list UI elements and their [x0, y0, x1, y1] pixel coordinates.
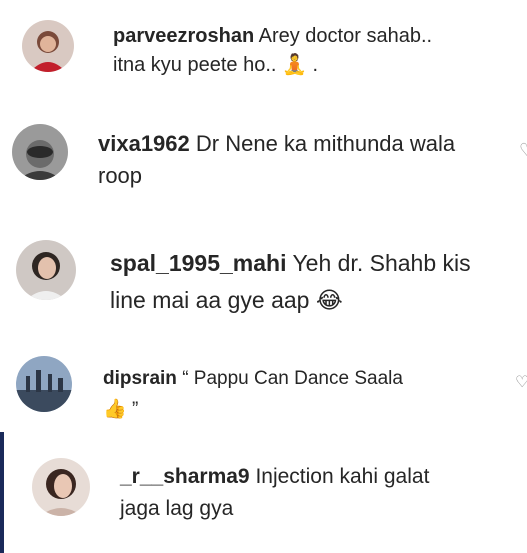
avatar-image — [16, 356, 72, 412]
avatar[interactable] — [12, 124, 68, 180]
emoji: 🧘 — [282, 52, 307, 77]
avatar[interactable] — [22, 20, 74, 72]
comment-body: spal_1995_mahi Yeh dr. Shahb kis line ma… — [110, 245, 520, 320]
emoji: 😂 — [315, 287, 343, 314]
comment-username[interactable]: parveezroshan — [113, 25, 254, 47]
emoji: 👍 — [103, 398, 127, 421]
comment-text-line-2: jaga lag gya — [120, 496, 234, 520]
avatar-image — [22, 20, 74, 72]
comment-text-line-2: line mai aa gye aap — [110, 286, 310, 313]
comment-text-line-1: Dr Nene ka mithunda wala — [195, 131, 456, 156]
comment-text-line-1: Arey doctor sahab.. — [258, 25, 433, 47]
comment-username[interactable]: dipsrain — [103, 368, 177, 389]
comment-body: parveezroshan Arey doctor sahab.. itna k… — [113, 22, 523, 80]
comment-tail: ” — [126, 399, 139, 421]
avatar-image — [32, 458, 90, 516]
comment-text-line-1: Yeh dr. Shahb kis — [292, 250, 471, 276]
comment-tail: . — [306, 54, 319, 77]
avatar-image — [12, 124, 68, 180]
selection-indicator — [0, 432, 4, 553]
comment-text-line-2: roop — [98, 162, 143, 188]
avatar[interactable] — [16, 356, 72, 412]
heart-outline-icon[interactable]: ♡ — [515, 372, 527, 391]
comment-text-line-2: itna kyu peete ho.. — [113, 54, 277, 77]
comment-username[interactable]: vixa1962 — [98, 131, 190, 156]
comment-body: dipsrain “ Pappu Can Dance Saala 👍 ” — [103, 364, 513, 426]
avatar[interactable] — [32, 458, 90, 516]
comment-text-line-1: “ Pappu Can Dance Saala — [182, 368, 403, 389]
comment-username[interactable]: spal_1995_mahi — [110, 250, 286, 276]
avatar[interactable] — [16, 240, 76, 300]
comment-body: _r__sharma9 Injection kahi galat jaga la… — [120, 461, 520, 524]
comment-username[interactable]: _r__sharma9 — [120, 465, 250, 488]
avatar-image — [16, 240, 76, 300]
heart-outline-icon[interactable]: ♡ — [519, 140, 527, 161]
comment-text-line-1: Injection kahi galat — [255, 465, 430, 488]
comment-body: vixa1962 Dr Nene ka mithunda wala roop — [98, 128, 518, 192]
